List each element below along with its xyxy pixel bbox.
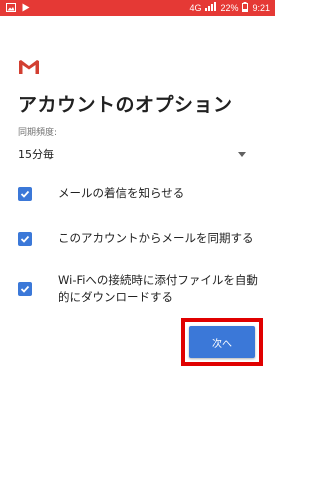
clock: 9:21 bbox=[252, 3, 270, 13]
dropdown-arrow-icon bbox=[238, 152, 246, 157]
page-title: アカウントのオプション bbox=[18, 94, 233, 116]
account-options-page: アカウントのオプション 同期頻度: 15分毎 メールの着信を知らせる このアカウ… bbox=[6, 26, 269, 489]
signal-icon bbox=[205, 2, 217, 14]
network-type: 4G bbox=[189, 3, 202, 13]
option-notify-email[interactable]: メールの着信を知らせる bbox=[18, 184, 258, 204]
sync-email-checkbox[interactable] bbox=[18, 232, 32, 246]
status-right: 4G 22% 9:21 bbox=[189, 1, 270, 15]
play-store-notification-icon bbox=[22, 3, 30, 14]
battery-percent: 22% bbox=[220, 3, 239, 13]
sync-frequency-value: 15分毎 bbox=[18, 148, 54, 161]
gallery-notification-icon bbox=[6, 3, 16, 14]
sync-frequency-dropdown[interactable]: 15分毎 bbox=[18, 142, 246, 164]
option-auto-download-attachments[interactable]: Wi-Fiへの接続時に添付ファイルを自動的にダウンロードする bbox=[18, 272, 258, 308]
auto-download-label: Wi-Fiへの接続時に添付ファイルを自動的にダウンロードする bbox=[58, 273, 258, 304]
option-sync-email[interactable]: このアカウントからメールを同期する bbox=[18, 229, 258, 249]
notify-email-checkbox[interactable] bbox=[18, 187, 32, 201]
sync-email-label: このアカウントからメールを同期する bbox=[58, 231, 254, 245]
sync-frequency-label: 同期頻度: bbox=[18, 128, 58, 138]
notify-email-label: メールの着信を知らせる bbox=[58, 186, 185, 200]
battery-icon bbox=[242, 1, 249, 15]
status-bar: 4G 22% 9:21 bbox=[0, 0, 275, 16]
next-button[interactable]: 次へ bbox=[189, 326, 255, 358]
auto-download-checkbox[interactable] bbox=[18, 282, 32, 296]
gmail-logo-icon bbox=[18, 59, 40, 75]
status-left bbox=[6, 3, 30, 14]
